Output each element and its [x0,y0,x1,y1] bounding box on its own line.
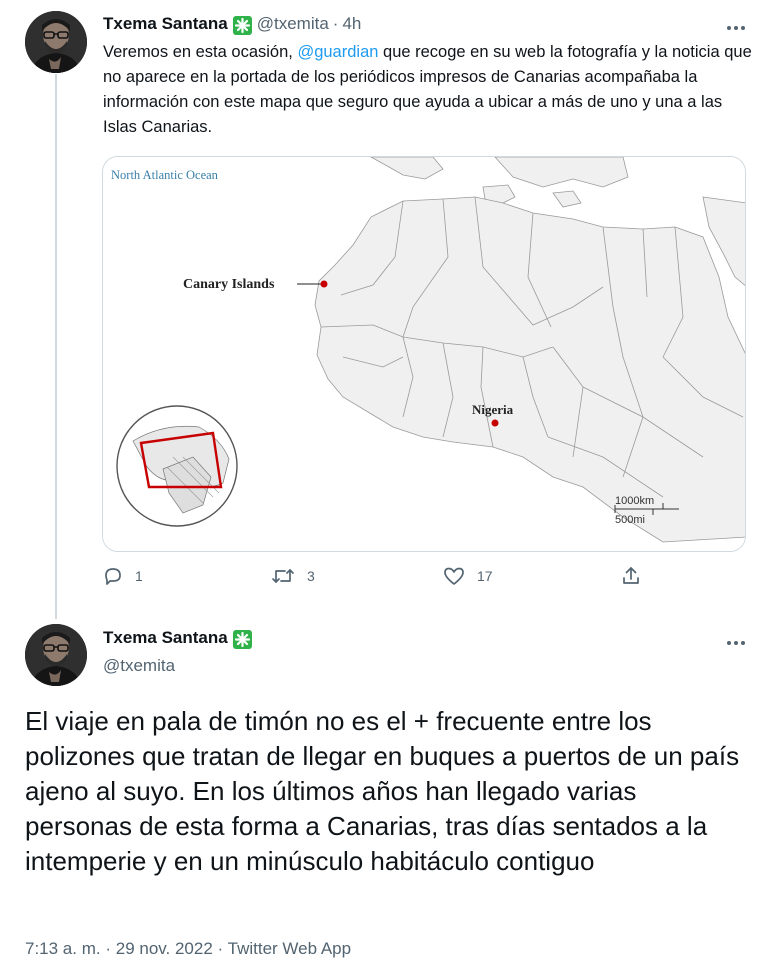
share-icon [623,567,639,584]
tweet-text: El viaje en pala de timón no es el + fre… [25,706,740,876]
separator: · [332,14,339,33]
separator: · [217,939,224,958]
avatar[interactable] [25,11,87,73]
verified-badge-icon [232,15,252,35]
map-canary-label: Canary Islands [183,277,275,292]
map-image[interactable]: North Atlantic Ocean Canary Islands Nige… [102,156,746,552]
more-options-icon[interactable] [726,630,746,650]
more-options-icon[interactable] [726,15,746,35]
separator: · [105,939,112,958]
avatar[interactable] [25,624,87,686]
tweet-header: Txema Santana [103,628,252,649]
scale-mi-label: 500mi [615,514,645,526]
nigeria-marker-icon [491,419,499,427]
thread-connector-line [55,74,57,619]
author-handle[interactable]: @txemita [103,656,175,676]
verified-badge-icon [232,629,252,649]
mention-link[interactable]: @guardian [297,43,378,61]
canary-marker-icon [320,280,328,288]
map-ocean-label: North Atlantic Ocean [111,168,219,182]
map-nigeria-label: Nigeria [472,402,514,417]
retweet-icon [272,569,294,583]
tweet-time[interactable]: 7:13 a. m. [25,939,101,958]
tweet-text: Veremos en esta ocasión, @guardian que r… [103,40,753,140]
tweet-actions: 1 3 17 [103,566,648,594]
share-button[interactable] [621,566,653,586]
like-count: 17 [477,568,493,584]
tweet-text-part: Veremos en esta ocasión, [103,43,298,61]
retweet-count: 3 [307,568,315,584]
scale-km-label: 1000km [615,495,654,507]
heart-icon [444,567,464,585]
reply-button[interactable]: 1 [103,566,143,586]
reply-icon [105,568,121,585]
tweet-metadata: 7:13 a. m. · 29 nov. 2022 · Twitter Web … [25,939,351,959]
author-handle[interactable]: @txemita [257,14,329,34]
timestamp[interactable]: 4h [342,14,361,34]
author-name[interactable]: Txema Santana [103,14,228,34]
globe-inset-icon [116,405,238,527]
retweet-button[interactable]: 3 [271,566,315,586]
tweet-source: Twitter Web App [227,939,352,958]
tweet-header: Txema Santana @txemita · 4h [103,13,361,35]
tweet-date[interactable]: 29 nov. 2022 [116,939,213,958]
reply-count: 1 [135,568,143,584]
like-button[interactable]: 17 [443,566,493,586]
author-name[interactable]: Txema Santana [103,628,228,648]
